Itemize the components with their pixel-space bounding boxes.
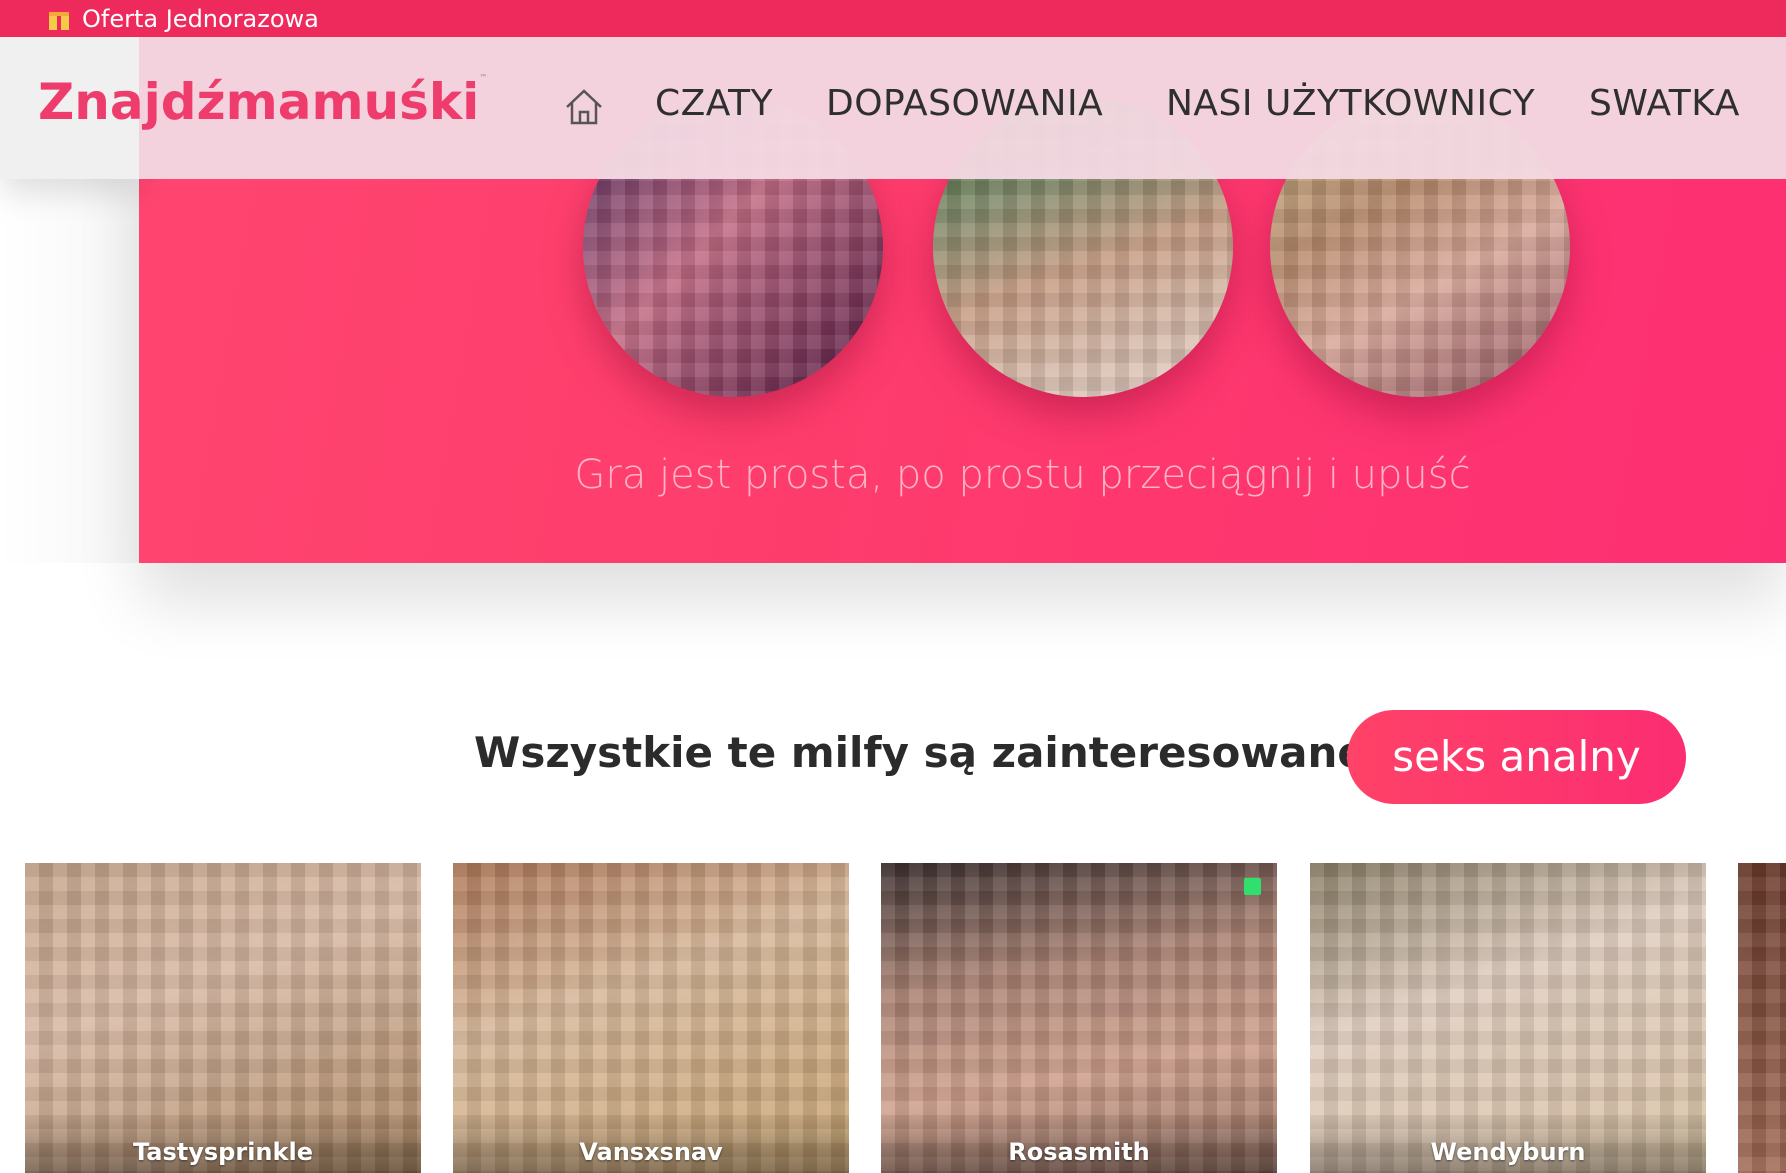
home-icon[interactable] xyxy=(563,87,605,127)
promo-text[interactable]: Oferta Jednorazowa xyxy=(82,2,319,36)
hero-caption-text: Gra jest prosta, po prostu przeciągnij i… xyxy=(574,452,1471,498)
profile-card-name: Rosasmith xyxy=(881,1117,1277,1173)
interest-pill[interactable]: seks analny xyxy=(1347,710,1686,804)
section-heading: Wszystkie te milfy są zainteresowane sek… xyxy=(0,710,1786,805)
profile-card-name: Wendyburn xyxy=(1310,1117,1706,1173)
profile-card-name: Vansxsnav xyxy=(453,1117,849,1173)
profile-card[interactable]: Tastysprinkle xyxy=(25,863,421,1173)
online-status-indicator xyxy=(1244,878,1261,895)
profile-card[interactable]: Vansxsnav xyxy=(453,863,849,1173)
logo-trademark: ™ xyxy=(479,73,488,82)
nav-item-czaty[interactable]: CZATY xyxy=(655,83,773,124)
profile-card-name: Tastysprinkle xyxy=(25,1117,421,1173)
promo-bar[interactable]: Oferta Jednorazowa xyxy=(0,0,1786,37)
nav-item-nasi-uzytkownicy[interactable]: NASI UŻYTKOWNICY xyxy=(1166,83,1535,124)
gift-icon xyxy=(46,6,72,32)
profile-card[interactable]: Wendyburn xyxy=(1310,863,1706,1173)
profile-card-partial[interactable] xyxy=(1738,863,1786,1173)
nav-item-swatka[interactable]: SWATKA xyxy=(1589,83,1740,124)
site-logo[interactable]: Znajdźmamuśki™ xyxy=(38,73,487,131)
section-heading-text: Wszystkie te milfy są zainteresowane xyxy=(474,728,1366,777)
profile-card[interactable]: Rosasmith xyxy=(881,863,1277,1173)
hero-caption: Gra jest prosta, po prostu przeciągnij i… xyxy=(139,452,1786,498)
nav-item-dopasowania[interactable]: DOPASOWANIA xyxy=(826,83,1103,124)
logo-text[interactable]: Znajdźmamuśki xyxy=(38,73,479,131)
navbar: Znajdźmamuśki™ CZATY DOPASOWANIA NASI UŻ… xyxy=(0,37,1786,179)
